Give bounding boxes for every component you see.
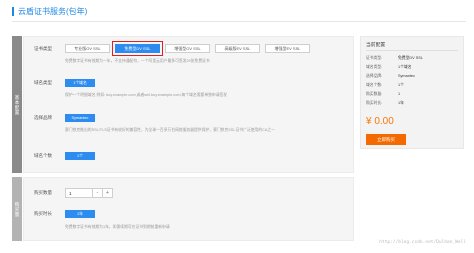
quantity-input[interactable]: 1 <box>65 188 93 198</box>
duration-label: 购买时长 <box>34 211 52 216</box>
side-tab-purchase: 购买量 <box>12 177 22 241</box>
domain-type-option[interactable]: 1个域名 <box>65 79 95 87</box>
total-price: ¥ 0.00 <box>366 116 394 127</box>
summary-row: 购买时长: 1年 <box>366 101 404 105</box>
duration-option[interactable]: 1年 <box>65 210 95 218</box>
cert-type-enhanced-ov[interactable]: 增强型OV SSL <box>165 44 210 53</box>
quantity-stepper: 1 - + <box>65 188 113 198</box>
config-panel: 证书类型 专业版OV SSL 免费型DV SSL 增强型OV SSL 高级版EV… <box>23 36 354 173</box>
domain-type-hint: 保护一个明细域名,例如: buy.example.com,或者sell.buy.… <box>65 93 228 97</box>
domain-count-option[interactable]: 1个 <box>65 152 95 160</box>
summary-row: 购买数量: 1 <box>366 92 401 96</box>
purchase-panel: 购买数量 1 - + 购买时长 1年 免费数字证书有效期为1年，如需续期可在证书… <box>23 177 354 241</box>
buy-now-button[interactable]: 立即购买 <box>366 134 406 145</box>
watermark: http://blog.csdn.net/Dulhan_Well <box>379 240 466 245</box>
summary-row: 选择品牌: Symantec <box>366 74 415 78</box>
quantity-label: 购买数量 <box>34 190 52 195</box>
summary-row: 域名类型: 1个域名 <box>366 65 412 69</box>
brand-option[interactable]: Symantec <box>65 114 95 122</box>
summary-title: 当前配置 <box>366 43 386 48</box>
cert-type-tabs: 专业版OV SSL 免费型DV SSL 增强型OV SSL 高级版EV SSL … <box>65 41 310 56</box>
page-title: 云盾证书服务(包年) <box>12 7 87 16</box>
domain-count-label: 域名个数 <box>34 153 52 158</box>
summary-row: 域名个数: 1个 <box>366 83 404 87</box>
brand-label: 选择品牌 <box>34 115 52 120</box>
summary-divider <box>366 50 458 51</box>
cert-type-pro-ov[interactable]: 专业版OV SSL <box>65 44 110 53</box>
cert-type-free-dv[interactable]: 免费型DV SSL <box>112 41 163 56</box>
title-divider <box>12 21 466 22</box>
summary-row: 证书类型: 免费型DV SSL <box>366 56 423 60</box>
quantity-plus-button[interactable]: + <box>103 188 113 198</box>
config-summary: 当前配置 证书类型: 免费型DV SSL 域名类型: 1个域名 选择品牌: Syman… <box>360 36 464 149</box>
cert-type-enhanced-ev[interactable]: 增强型EV SSL <box>265 44 310 53</box>
cert-type-advanced-ev[interactable]: 高级版EV SSL <box>215 44 260 53</box>
side-tab-basic-config: 基本配置 <box>12 36 22 173</box>
cert-type-label: 证书类型 <box>34 46 52 51</box>
brand-hint: 赛门铁克推出的SSL/TLS证书有较好的兼容性，为全球一百多万台网络服务器提供保… <box>65 128 275 132</box>
duration-hint: 免费数字证书有效期为1年，如需续期可在证书到期前重新申请 <box>65 225 170 229</box>
quantity-minus-button[interactable]: - <box>93 188 103 198</box>
cert-type-hint: 免费数字证书有效期为一年，不支持通配符，一个阿里云用户最多可签发20张免费证书 <box>65 59 210 63</box>
domain-type-label: 域名类型 <box>34 80 52 85</box>
